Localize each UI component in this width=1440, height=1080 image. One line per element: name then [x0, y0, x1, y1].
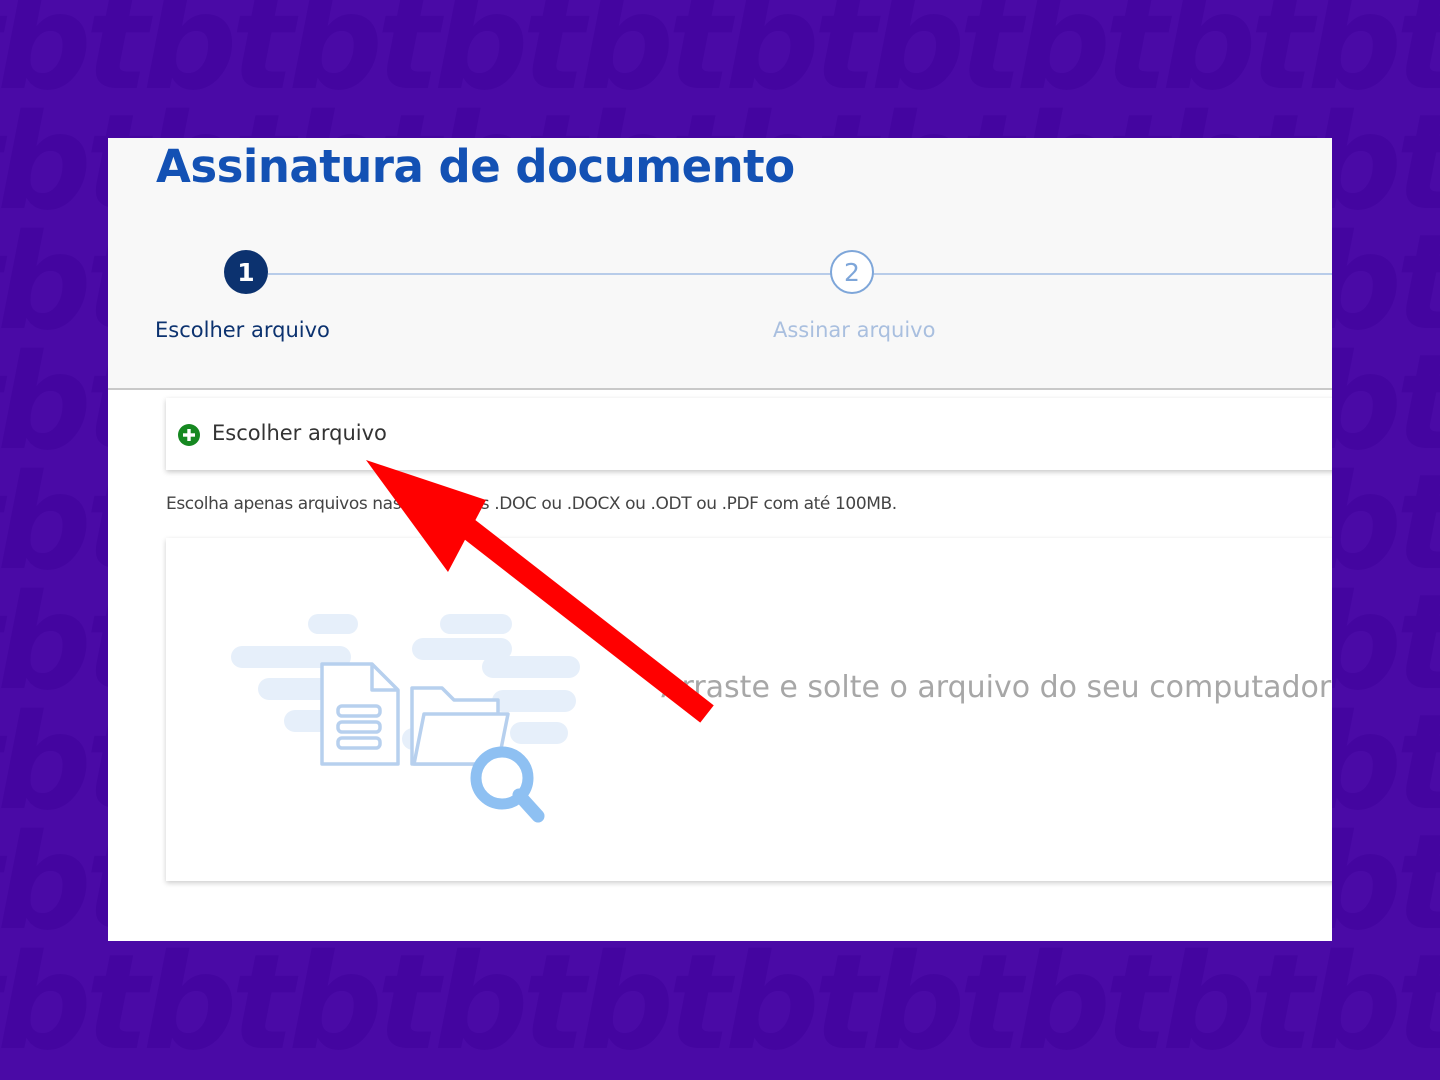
header-panel: Assinatura de documento 1 Escolher arqui…: [108, 138, 1332, 390]
magnifier-icon: [470, 746, 545, 823]
step-1-label: Escolher arquivo: [155, 318, 330, 342]
file-drop-zone[interactable]: Arraste e solte o arquivo do seu computa…: [166, 538, 1332, 881]
step-2-label: Assinar arquivo: [773, 318, 936, 342]
stepper-line: [268, 273, 1332, 275]
document-icon: [320, 662, 400, 766]
step-1-indicator[interactable]: 1: [224, 250, 268, 294]
drop-zone-text: Arraste e solte o arquivo do seu computa…: [661, 670, 1332, 705]
screenshot-frame: Assinatura de documento 1 Escolher arqui…: [108, 138, 1332, 941]
upload-illustration: [231, 614, 580, 823]
cloud-shapes: [231, 614, 580, 750]
file-type-hint: Escolha apenas arquivos nas extensões .D…: [166, 494, 897, 514]
choose-file-label: Escolher arquivo: [212, 421, 387, 445]
plus-circle-icon: [178, 424, 200, 446]
stepper: 1 Escolher arquivo 2 Assinar arquivo: [108, 250, 1332, 350]
page-title: Assinatura de documento: [156, 140, 795, 193]
step-2-indicator[interactable]: 2: [830, 250, 874, 294]
choose-file-button[interactable]: Escolher arquivo: [166, 398, 1332, 470]
